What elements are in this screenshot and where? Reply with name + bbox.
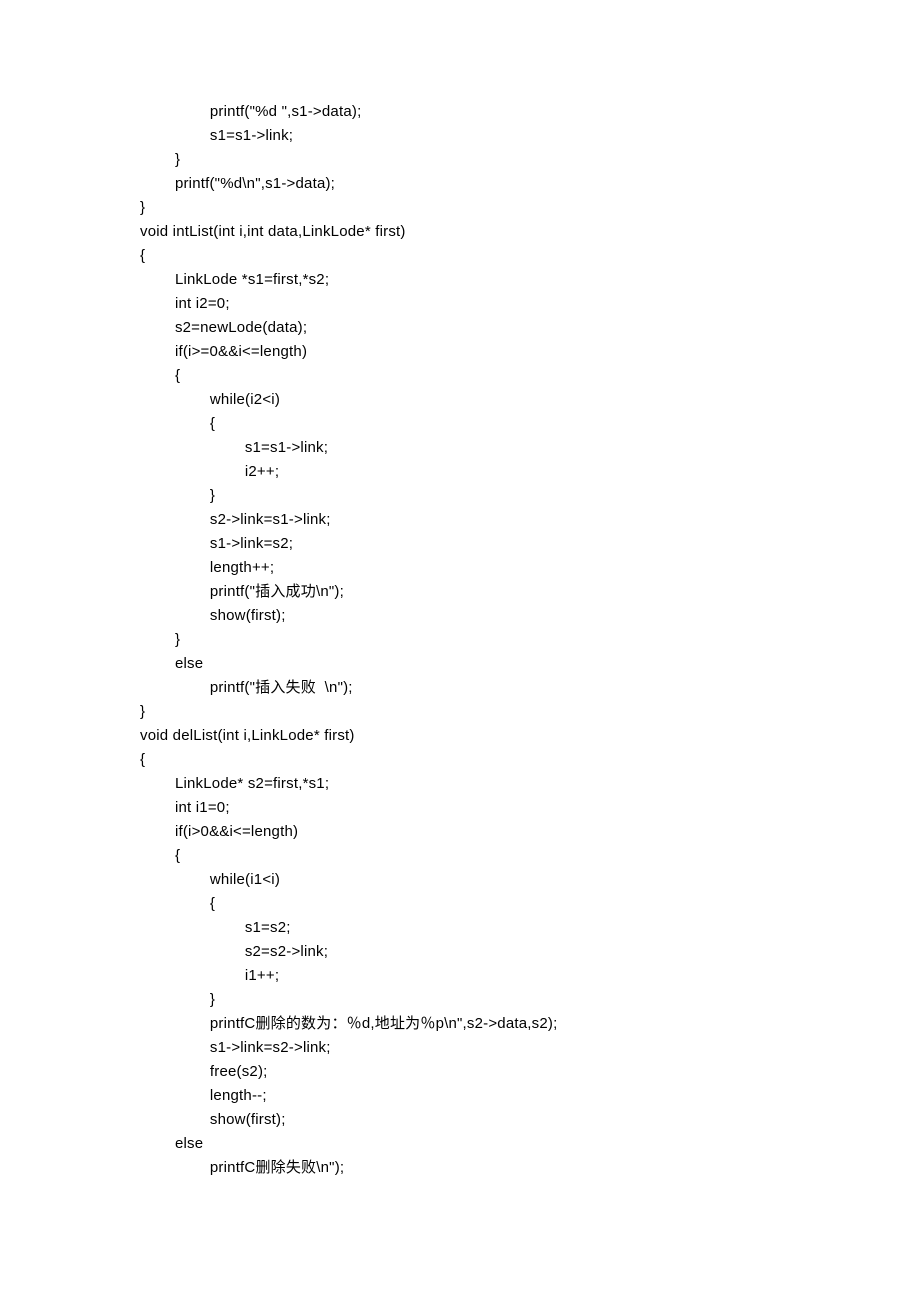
code-line: printf("%d\n",s1->data); <box>140 172 920 196</box>
code-line: while(i2<i) <box>140 388 920 412</box>
code-line: void intList(int i,int data,LinkLode* fi… <box>140 220 920 244</box>
code-line: } <box>140 628 920 652</box>
code-line: } <box>140 700 920 724</box>
code-line: show(first); <box>140 1108 920 1132</box>
code-line: LinkLode *s1=first,*s2; <box>140 268 920 292</box>
code-line: else <box>140 1132 920 1156</box>
code-block: printf("%d ",s1->data); s1=s1->link; } p… <box>140 100 920 1180</box>
code-line: s1=s1->link; <box>140 436 920 460</box>
code-line: { <box>140 748 920 772</box>
code-line: show(first); <box>140 604 920 628</box>
code-line: } <box>140 484 920 508</box>
code-line: printf("插入失败 \n"); <box>140 676 920 700</box>
code-line: LinkLode* s2=first,*s1; <box>140 772 920 796</box>
code-line: if(i>0&&i<=length) <box>140 820 920 844</box>
code-line: int i1=0; <box>140 796 920 820</box>
code-line: void delList(int i,LinkLode* first) <box>140 724 920 748</box>
code-line: } <box>140 196 920 220</box>
code-line: } <box>140 988 920 1012</box>
code-line: { <box>140 364 920 388</box>
code-line: length++; <box>140 556 920 580</box>
code-line: printf("插入成功\n"); <box>140 580 920 604</box>
code-line: length--; <box>140 1084 920 1108</box>
code-line: printfC删除的数为：％d,地址为％p\n",s2->data,s2); <box>140 1012 920 1036</box>
code-line: { <box>140 244 920 268</box>
code-line: s2=newLode(data); <box>140 316 920 340</box>
code-line: printf("%d ",s1->data); <box>140 100 920 124</box>
code-line: int i2=0; <box>140 292 920 316</box>
code-line: s1->link=s2->link; <box>140 1036 920 1060</box>
code-line: i1++; <box>140 964 920 988</box>
code-line: { <box>140 412 920 436</box>
code-line: if(i>=0&&i<=length) <box>140 340 920 364</box>
code-line: while(i1<i) <box>140 868 920 892</box>
code-line: s1->link=s2; <box>140 532 920 556</box>
code-line: s1=s1->link; <box>140 124 920 148</box>
code-line: i2++; <box>140 460 920 484</box>
code-line: { <box>140 892 920 916</box>
code-line: s2=s2->link; <box>140 940 920 964</box>
code-line: else <box>140 652 920 676</box>
code-line: { <box>140 844 920 868</box>
code-line: printfC删除失败\n"); <box>140 1156 920 1180</box>
code-line: s1=s2; <box>140 916 920 940</box>
document-page: printf("%d ",s1->data); s1=s1->link; } p… <box>0 0 920 1302</box>
code-line: } <box>140 148 920 172</box>
code-line: s2->link=s1->link; <box>140 508 920 532</box>
code-line: free(s2); <box>140 1060 920 1084</box>
